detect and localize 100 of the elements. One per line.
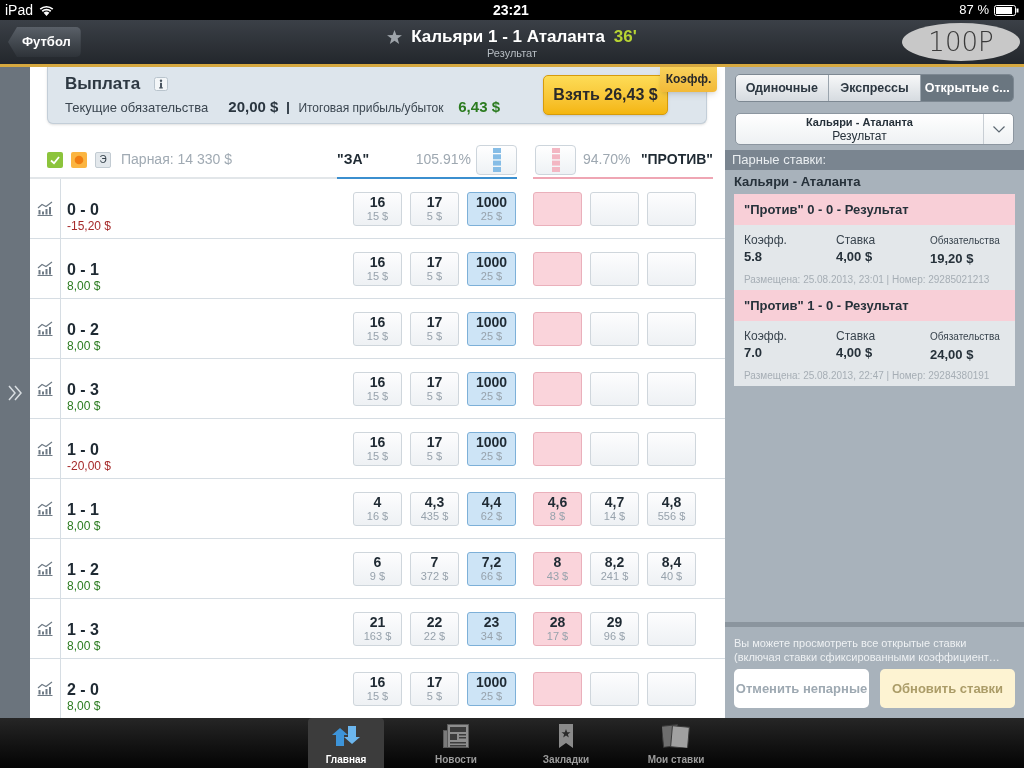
odds-button[interactable]: 16 15 $	[353, 371, 402, 406]
odds-button[interactable]: 21 163 $	[353, 611, 402, 646]
odds-button[interactable]: 1000 25 $	[467, 251, 516, 286]
odds-button[interactable]: 22 22 $	[410, 611, 459, 646]
odds-button[interactable]: 8 43 $	[533, 551, 582, 586]
odds-button[interactable]: 16 15 $	[353, 191, 402, 226]
info-icon[interactable]	[154, 76, 169, 91]
market-subtitle: Результат	[487, 46, 537, 60]
segment-tab[interactable]: Открытые с...	[921, 75, 1013, 101]
star-icon[interactable]	[387, 29, 403, 44]
bet-header: "Против" 0 - 0 - Результат	[734, 194, 1015, 225]
checkbox[interactable]	[47, 151, 63, 168]
odds-button[interactable]: 17 5 $	[410, 671, 459, 706]
segment-tab[interactable]: Экспрессы	[828, 75, 922, 101]
odds-button[interactable]	[647, 311, 696, 346]
event-title: Кальяри - Аталанта	[733, 173, 862, 191]
odds-button[interactable]: 7 372 $	[410, 551, 459, 586]
odds-button[interactable]: 7,2 66 $	[467, 551, 516, 586]
chart-icon[interactable]	[37, 621, 53, 636]
tab-bar-item[interactable]: Главная	[308, 718, 384, 768]
profit-text: 8,00 $	[67, 579, 101, 593]
tab-bar-item[interactable]: Мои ставки	[638, 718, 714, 768]
dot-toggle-icon[interactable]	[71, 151, 87, 168]
odds-button[interactable]: 4,3 435 $	[410, 491, 459, 526]
chart-icon[interactable]	[37, 561, 53, 576]
odds-button[interactable]	[590, 251, 639, 286]
odds-button[interactable]: 17 5 $	[410, 311, 459, 346]
odds-button[interactable]	[590, 191, 639, 226]
odds-button[interactable]	[590, 371, 639, 406]
chart-icon[interactable]	[37, 501, 53, 516]
profit-text: 8,00 $	[67, 639, 101, 653]
segment-tab[interactable]: Одиночные	[736, 75, 829, 101]
odds-button[interactable]: 4,4 62 $	[467, 491, 516, 526]
tab-bar-item[interactable]: Закладки	[528, 718, 604, 768]
odds-button[interactable]	[647, 191, 696, 226]
odds-button[interactable]: 17 5 $	[410, 431, 459, 466]
odds-button[interactable]	[533, 191, 582, 226]
stacked-blocks-icon	[551, 147, 560, 172]
odds-button[interactable]: 16 15 $	[353, 311, 402, 346]
odds-button[interactable]	[533, 251, 582, 286]
score-text: 1 - 2	[67, 561, 99, 579]
depth-view-button[interactable]	[535, 144, 576, 175]
odds-button[interactable]	[647, 611, 696, 646]
score-text: 0 - 0	[67, 201, 99, 219]
wifi-icon	[39, 4, 55, 16]
arrows-icon	[330, 724, 362, 748]
odds-button[interactable]	[533, 671, 582, 706]
odds-button[interactable]	[533, 431, 582, 466]
chart-icon[interactable]	[37, 681, 53, 696]
odds-button[interactable]	[533, 311, 582, 346]
profit-text: 8,00 $	[67, 279, 101, 293]
odds-button[interactable]: 4,8 556 $	[647, 491, 696, 526]
odds-button[interactable]: 28 17 $	[533, 611, 582, 646]
odds-button[interactable]	[647, 371, 696, 406]
odds-button[interactable]: 8,4 40 $	[647, 551, 696, 586]
tab-bar-item[interactable]: Новости	[418, 718, 494, 768]
odds-button[interactable]: 8,2 241 $	[590, 551, 639, 586]
odds-button[interactable]: 1000 25 $	[467, 371, 516, 406]
odds-button[interactable]: 1000 25 $	[467, 311, 516, 346]
letter-toggle[interactable]: Э	[95, 151, 111, 168]
odds-button[interactable]: 1000 25 $	[467, 191, 516, 226]
odds-button[interactable]: 4 16 $	[353, 491, 402, 526]
odds-button[interactable]: 17 5 $	[410, 251, 459, 286]
odds-button[interactable]: 4,6 8 $	[533, 491, 582, 526]
field-value: 5.8	[744, 249, 764, 265]
odds-button[interactable]: 17 5 $	[410, 191, 459, 226]
odds-button[interactable]: 4,7 14 $	[590, 491, 639, 526]
depth-view-button[interactable]	[476, 144, 517, 175]
odds-button[interactable]: 23 34 $	[467, 611, 516, 646]
chart-icon[interactable]	[37, 441, 53, 456]
chart-icon[interactable]	[37, 261, 53, 276]
matched-amount: Парная: 14 330 $	[121, 150, 232, 169]
odds-button[interactable]: 16 15 $	[353, 671, 402, 706]
odds-button[interactable]	[647, 671, 696, 706]
odds-button[interactable]	[590, 671, 639, 706]
odds-button[interactable]: 16 15 $	[353, 431, 402, 466]
odds-button[interactable]: 1000 25 $	[467, 671, 516, 706]
chart-icon[interactable]	[37, 321, 53, 336]
liability-value: 20,00 $	[228, 97, 279, 118]
odds-button[interactable]	[647, 251, 696, 286]
odds-button[interactable]: 29 96 $	[590, 611, 639, 646]
scribble-note: 100P	[902, 23, 1020, 61]
odds-button[interactable]	[590, 311, 639, 346]
chart-icon[interactable]	[37, 381, 53, 396]
odds-button[interactable]	[647, 431, 696, 466]
odds-button[interactable]: 1000 25 $	[467, 431, 516, 466]
odds-button[interactable]	[590, 431, 639, 466]
chart-icon[interactable]	[37, 201, 53, 216]
market-dropdown[interactable]: Кальяри - Аталанта Результат	[735, 113, 1014, 145]
odds-button[interactable]: 6 9 $	[353, 551, 402, 586]
back-button[interactable]: Футбол	[8, 27, 81, 57]
score-text: 2 - 0	[67, 681, 99, 699]
odds-tab[interactable]: Коэфф.	[660, 67, 717, 92]
double-chevron-icon[interactable]	[7, 384, 23, 401]
odds-button[interactable]	[533, 371, 582, 406]
profit-label: Итоговая прибыль/убыток	[298, 99, 444, 117]
odds-button[interactable]: 17 5 $	[410, 371, 459, 406]
score-text: 0 - 1	[67, 261, 99, 279]
field-value: 24,00 $	[930, 347, 975, 363]
odds-button[interactable]: 16 15 $	[353, 251, 402, 286]
